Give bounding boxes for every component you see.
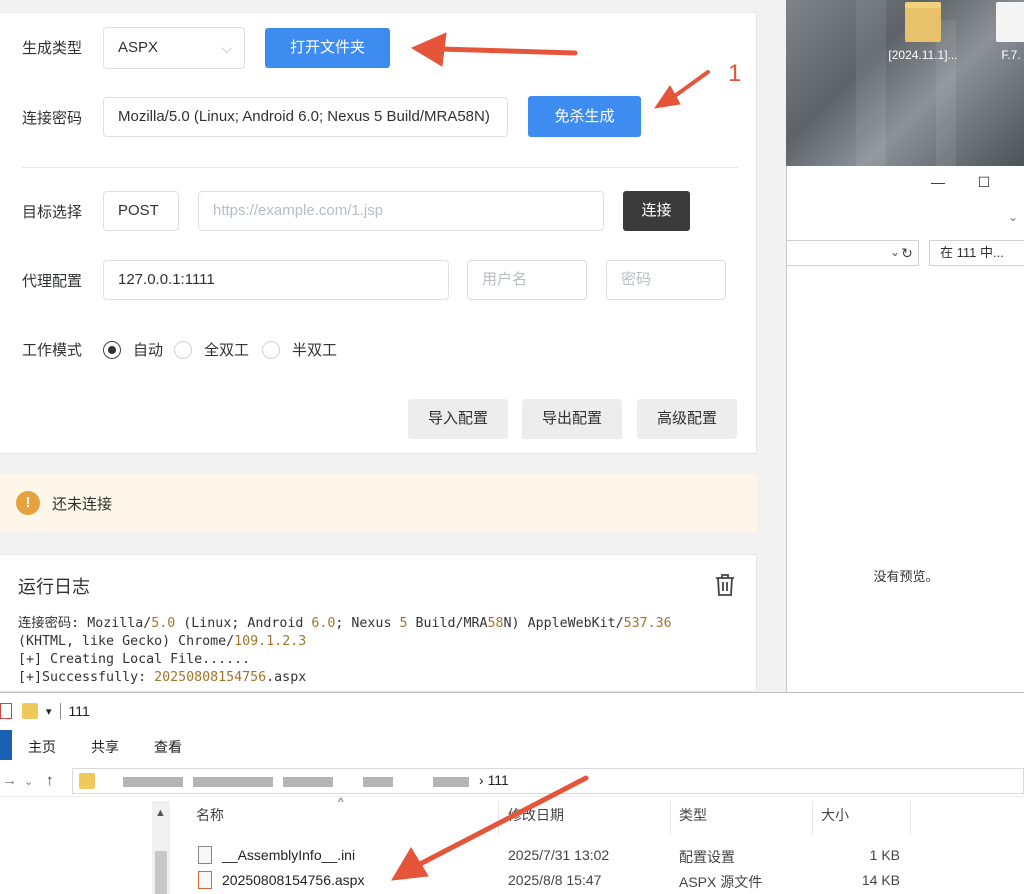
mode-radio-full-duplex[interactable]: 全双工 [174,339,249,360]
desktop-item-doc[interactable]: F.7. [986,2,1024,62]
conn-pass-label: 连接密码 [22,110,83,127]
log-line: [+] Creating Local File...... [18,652,251,667]
navigation-pane: ▲ [0,801,170,894]
radio-icon [174,340,192,359]
scrollbar-thumb[interactable] [155,851,167,894]
log-title: 运行日志 [18,577,90,597]
connect-button[interactable]: 连接 [623,191,690,231]
export-config-button[interactable]: 导出配置 [522,399,622,439]
warning-icon: ! [16,491,40,515]
navigation-bar: → ⌄ ↑ › 111 [0,765,1024,797]
radio-icon [262,340,280,359]
blurred-path [123,777,183,787]
proxy-address-input[interactable]: 127.0.0.1:1111 [103,260,449,300]
conn-pass-input[interactable]: Mozilla/5.0 (Linux; Android 6.0; Nexus 5… [103,97,508,137]
tab-view[interactable]: 查看 [154,737,182,757]
window-title: 111 [68,703,90,719]
scroll-up-icon[interactable]: ▲ [155,807,166,819]
tab-home[interactable]: 主页 [28,737,56,757]
mode-radio-auto[interactable]: 自动 [103,339,163,360]
import-config-button[interactable]: 导入配置 [408,399,508,439]
column-divider [910,801,911,835]
forward-icon[interactable]: → [2,772,17,789]
breadcrumb[interactable]: › 111 [72,768,1024,794]
folder-icon [22,703,38,719]
column-header-size[interactable]: 大小 [821,805,849,825]
file-tab[interactable] [0,730,12,760]
minimize-button[interactable]: — [915,174,961,190]
ini-file-icon [198,846,212,864]
up-icon[interactable]: ↑ [46,772,54,789]
log-line: 连接密码: Mozilla/5.0 (Linux; Android 6.0; N… [18,616,672,631]
log-panel: 运行日志 连接密码: Mozilla/5.0 (Linux; Android 6… [0,554,757,692]
column-header-name[interactable]: 名称 [196,805,224,825]
divider [22,167,738,168]
breadcrumb-current[interactable]: › 111 [479,772,509,788]
folder-icon [905,2,941,42]
file-row[interactable]: __AssemblyInfo__.ini 2025/7/31 13:02 配置设… [196,845,916,867]
log-lines: 连接密码: Mozilla/5.0 (Linux; Android 6.0; N… [18,615,672,687]
file-row[interactable]: 20250808154756.aspx 2025/8/8 15:47 ASPX … [196,870,916,892]
column-header-type[interactable]: 类型 [679,805,707,825]
dropdown-icon[interactable]: ▾ [46,705,52,718]
blurred-path [193,777,273,787]
maximize-button[interactable]: ☐ [961,174,1007,191]
chevron-down-icon: ⌵ [221,40,232,56]
aspx-file-icon [198,871,212,889]
refresh-icon[interactable]: ↻ [895,240,919,266]
log-line: (KHTML, like Gecko) Chrome/109.1.2.3 [18,634,307,649]
app-window: 生成类型 ASPX ⌵ 打开文件夹 连接密码 Mozilla/5.0 (Linu… [0,0,786,692]
method-select[interactable]: POST [103,191,179,231]
proxy-username-input[interactable]: 用户名 [467,260,587,300]
blurred-path [283,777,333,787]
annotation-number: 1 [728,60,742,87]
desktop-item-folder[interactable]: [2024.11.1]... [878,2,968,62]
column-header-date[interactable]: 修改日期 [508,805,564,825]
desktop-background: [2024.11.1]... F.7. [786,0,1024,166]
column-divider [812,801,813,835]
trash-icon[interactable] [714,573,736,601]
proxy-password-input[interactable]: 密码 [606,260,726,300]
file-explorer-window: ▾ 111 主页 共享 查看 → ⌄ ↑ › 111 ▲ ^ 名称 修改日期 类… [0,692,1024,894]
open-folder-button[interactable]: 打开文件夹 [265,28,390,68]
search-input[interactable]: 在 111 中... [929,240,1024,266]
window-controls: — ☐ [915,174,1007,191]
blurred-path [363,777,393,787]
no-preview-text: 没有预览。 [873,569,939,584]
quick-access-toolbar: ▾ 111 [0,703,90,719]
sort-arrow-icon: ^ [338,795,344,809]
blurred-path [433,777,469,787]
scrollbar[interactable]: ▲ [152,801,170,894]
column-divider [498,801,499,835]
chevron-down-icon[interactable]: ⌄ [24,775,33,788]
status-alert: ! 还未连接 [0,474,757,532]
tab-share[interactable]: 共享 [91,737,119,757]
chevron-down-icon[interactable]: ⌄ [1008,210,1018,224]
mode-label: 工作模式 [22,342,83,359]
gen-type-label: 生成类型 [22,40,83,57]
advanced-config-button[interactable]: 高级配置 [637,399,737,439]
proxy-label: 代理配置 [22,273,83,290]
target-url-input[interactable]: https://example.com/1.jsp [198,191,604,231]
target-label: 目标选择 [22,204,83,221]
separator [59,703,61,719]
mode-radio-half-duplex[interactable]: 半双工 [262,339,337,360]
document-icon [996,2,1024,42]
column-divider [670,801,671,835]
config-card: 生成类型 ASPX ⌵ 打开文件夹 连接密码 Mozilla/5.0 (Linu… [0,12,757,454]
ribbon: 主页 共享 查看 [0,730,1024,760]
log-line: [+]Successfully: 20250808154756.aspx [18,670,307,685]
gen-type-select[interactable]: ASPX ⌵ [103,27,245,69]
folder-icon [79,773,95,789]
status-text: 还未连接 [52,496,113,513]
explorer-preview-window: — ☐ ⌄ ⌄ ↻ 在 111 中... 没有预览。 [786,166,1024,692]
radio-selected-icon [103,340,121,359]
checkbox-icon[interactable] [0,703,12,719]
generate-button[interactable]: 免杀生成 [528,96,641,137]
